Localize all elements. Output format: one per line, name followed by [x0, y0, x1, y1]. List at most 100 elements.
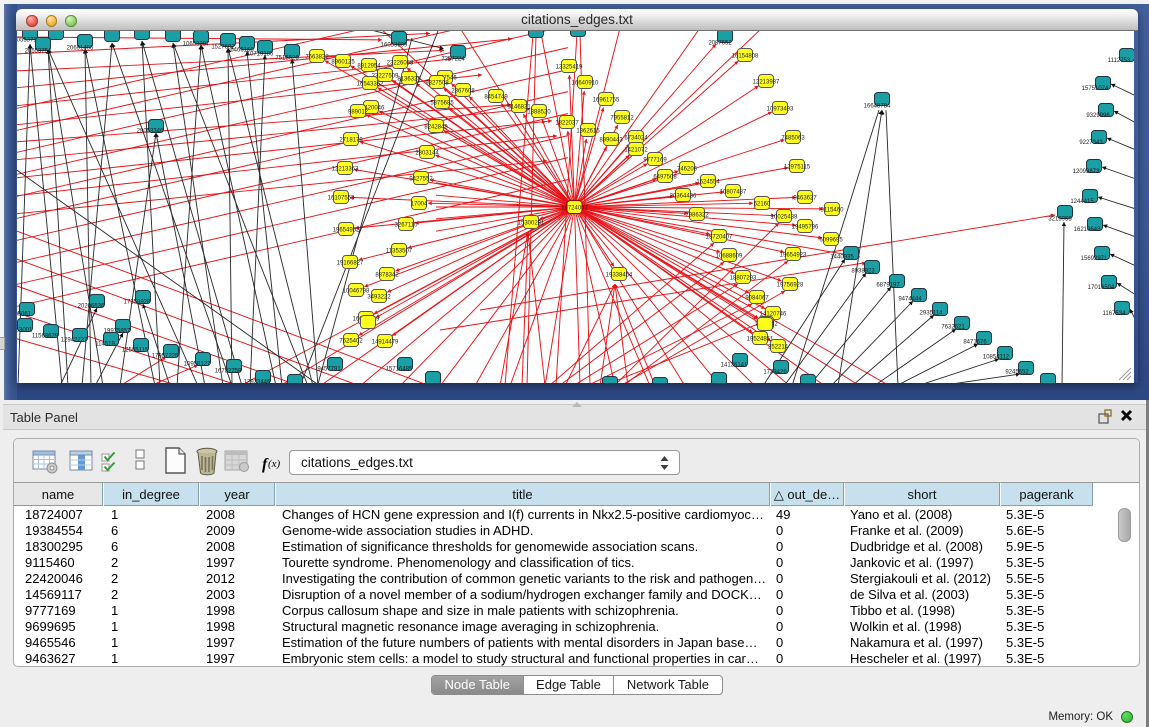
- svg-text:1822037: 1822037: [555, 120, 579, 126]
- svg-text:9327508: 9327508: [425, 80, 449, 86]
- svg-text:10719185: 10719185: [247, 52, 274, 58]
- svg-text:1112753: 1112753: [1108, 58, 1131, 64]
- svg-text:1421072: 1421072: [624, 147, 648, 153]
- svg-text:19975857: 19975857: [104, 329, 131, 335]
- svg-text:746206: 746206: [677, 166, 698, 172]
- svg-text:8912954: 8912954: [357, 63, 381, 69]
- svg-text:252214: 252214: [768, 344, 789, 350]
- svg-text:989012: 989012: [348, 109, 369, 115]
- svg-text:19654952: 19654952: [333, 227, 360, 233]
- svg-text:13325419: 13325419: [556, 64, 583, 70]
- svg-text:1167534: 1167534: [1103, 311, 1127, 317]
- svg-text:15716485: 15716485: [386, 367, 413, 373]
- svg-text:8454749: 8454749: [484, 94, 508, 100]
- svg-text:9457791: 9457791: [317, 367, 341, 373]
- svg-text:(x): (x): [268, 458, 281, 470]
- svg-text:17016504: 17016504: [1088, 285, 1115, 291]
- svg-text:1244415: 1244415: [1070, 199, 1094, 205]
- svg-text:2367608: 2367608: [451, 88, 475, 94]
- svg-text:8242848: 8242848: [424, 124, 448, 130]
- svg-text:7357224: 7357224: [441, 57, 465, 63]
- svg-text:12923446: 12923446: [244, 380, 271, 384]
- svg-text:17359928: 17359928: [124, 300, 151, 306]
- svg-text:7625402: 7625402: [339, 338, 363, 344]
- svg-text:16154808: 16154808: [732, 53, 759, 59]
- svg-text:3215955: 3215955: [1048, 217, 1072, 223]
- svg-text:20691406: 20691406: [67, 46, 94, 52]
- svg-text:2718179: 2718179: [339, 137, 363, 143]
- svg-text:19756928: 19756928: [777, 282, 804, 288]
- svg-text:8960125: 8960125: [331, 59, 355, 65]
- svg-text:2087652: 2087652: [708, 41, 732, 47]
- svg-text:7515526: 7515526: [275, 56, 299, 62]
- svg-text:7632621: 7632621: [941, 325, 965, 331]
- svg-text:1733426: 1733426: [763, 370, 787, 376]
- svg-text:12975115: 12975115: [784, 164, 811, 170]
- svg-text:9245652: 9245652: [1005, 370, 1029, 376]
- svg-text:114519: 114519: [95, 342, 115, 348]
- svg-text:10973493: 10973493: [767, 106, 794, 112]
- svg-text:10653287: 10653287: [183, 42, 210, 48]
- svg-text:8990443: 8990443: [599, 137, 623, 143]
- svg-text:16640910: 16640910: [572, 80, 599, 86]
- svg-text:19166827: 19166827: [337, 260, 364, 266]
- svg-text:9474444: 9474444: [898, 297, 922, 303]
- svg-text:12505115: 12505115: [122, 348, 149, 354]
- svg-text:9329996: 9329996: [1086, 113, 1110, 119]
- svg-text:19495796: 19495796: [792, 224, 819, 230]
- svg-text:15692971: 15692971: [1081, 256, 1108, 262]
- svg-text:7663822: 7663822: [305, 54, 329, 60]
- svg-text:6497508: 6497508: [653, 174, 677, 180]
- svg-text:10854112: 10854112: [983, 355, 1010, 361]
- svg-text:18807293: 18807293: [730, 275, 757, 281]
- svg-text:9463627: 9463627: [793, 195, 817, 201]
- svg-text:16782759: 16782759: [215, 369, 242, 375]
- svg-text:29053346: 29053346: [137, 129, 164, 135]
- svg-text:2935114: 2935114: [920, 311, 944, 317]
- svg-text:10025438: 10025438: [771, 214, 798, 220]
- svg-text:9427552: 9427552: [409, 176, 433, 182]
- svg-text:12942737: 12942737: [61, 338, 88, 344]
- svg-text:11568629: 11568629: [32, 334, 59, 340]
- svg-text:16543362: 16543362: [357, 81, 384, 87]
- svg-text:12093873: 12093873: [1073, 169, 1100, 175]
- svg-text:15751074: 15751074: [1082, 86, 1109, 92]
- svg-text:62160: 62160: [754, 201, 771, 207]
- svg-text:2803144: 2803144: [415, 150, 439, 156]
- svg-text:12213987: 12213987: [753, 79, 780, 85]
- svg-text:19524851: 19524851: [747, 336, 774, 342]
- svg-text:7986322: 7986322: [685, 212, 709, 218]
- svg-text:19654923: 19654923: [780, 252, 807, 258]
- svg-text:9084067: 9084067: [745, 295, 769, 301]
- svg-text:8938923: 8938923: [851, 269, 875, 275]
- svg-text:10958127: 10958127: [184, 362, 211, 368]
- svg-text:19953001: 19953001: [17, 328, 33, 334]
- svg-text:3267110: 3267110: [395, 222, 419, 228]
- svg-text:17004: 17004: [411, 201, 428, 207]
- svg-text:14914479: 14914479: [372, 339, 399, 345]
- svg-text:2055371: 2055371: [17, 38, 37, 44]
- svg-text:6099695: 6099695: [819, 237, 843, 243]
- svg-text:8136328: 8136328: [397, 76, 421, 82]
- svg-text:1362615: 1362615: [576, 128, 600, 134]
- svg-text:16961755: 16961755: [593, 97, 620, 103]
- svg-text:15300281: 15300281: [518, 220, 545, 226]
- svg-text:6879197: 6879197: [876, 283, 900, 289]
- svg-text:9227343: 9227343: [1079, 140, 1103, 146]
- svg-text:16107553: 16107553: [328, 195, 355, 201]
- svg-text:12213363: 12213363: [332, 166, 359, 172]
- svg-text:835061: 835061: [17, 312, 32, 318]
- svg-text:5875685: 5875685: [430, 100, 454, 106]
- svg-text:11353507: 11353507: [386, 248, 413, 254]
- svg-text:23226058: 23226058: [387, 60, 414, 66]
- svg-text:20206536: 20206536: [78, 304, 105, 310]
- svg-text:9777169: 9777169: [643, 157, 667, 163]
- svg-text:16210643: 16210643: [1074, 227, 1101, 233]
- svg-text:7485063: 7485063: [781, 135, 805, 141]
- svg-text:1388520: 1388520: [527, 109, 551, 115]
- svg-text:1440935: 1440935: [830, 255, 854, 261]
- svg-text:3493222: 3493222: [367, 294, 391, 300]
- svg-text:8471676: 8471676: [963, 340, 987, 346]
- svg-text:9115460: 9115460: [821, 207, 845, 213]
- svg-text:18724007: 18724007: [561, 205, 588, 211]
